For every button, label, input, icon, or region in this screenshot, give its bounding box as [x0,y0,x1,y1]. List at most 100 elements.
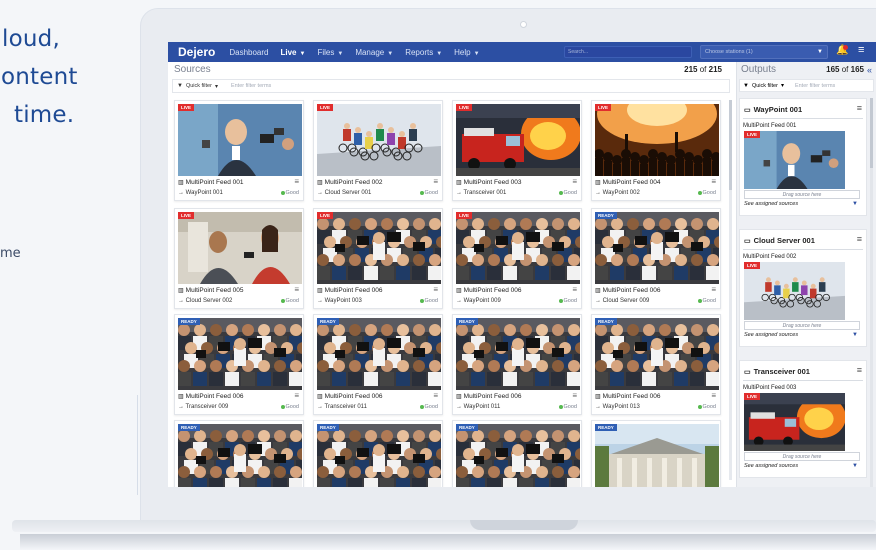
nav-item-help[interactable]: Help ▼ [448,48,485,57]
card-menu-icon[interactable]: ≡ [857,234,862,244]
output-card[interactable]: ▭ WayPoint 001 ≡ MultiPoint Feed 001 LIVE… [739,98,867,216]
source-thumbnail[interactable]: LIVE [317,104,441,176]
card-menu-icon[interactable]: ≡ [857,103,862,113]
status-badge: Good [419,404,438,410]
card-menu-icon[interactable]: ≡ [572,285,577,294]
output-thumbnail[interactable]: LIVE [744,393,845,451]
quick-filter-dropdown[interactable]: Quick filter [752,83,778,89]
hamburger-menu-icon[interactable]: ≡ [858,44,864,56]
card-menu-icon[interactable]: ≡ [433,177,438,186]
source-destination: → WayPoint 009 [456,298,501,304]
chevron-down-icon[interactable]: ▼ [852,332,858,338]
output-thumbnail[interactable]: LIVE [744,131,845,189]
assigned-feed: MultiPoint Feed 002 [743,254,797,260]
transceiver-icon: ▭ [744,369,751,376]
source-thumbnail[interactable]: READY [456,424,580,487]
source-card[interactable]: LIVE ▥ MultiPoint Feed 006 ≡ → WayPoint 00… [452,208,582,309]
sources-scrollbar[interactable] [729,100,732,480]
collapse-panel-icon[interactable]: « [867,65,872,75]
drag-source-dropzone[interactable]: Drag source here [744,321,860,330]
card-menu-icon[interactable]: ≡ [433,285,438,294]
multipoint-feed-icon: ▥ [317,394,323,400]
source-thumbnail[interactable]: READY [317,424,441,487]
live-badge: LIVE [744,393,761,400]
source-thumbnail[interactable]: LIVE [178,104,302,176]
drag-source-dropzone[interactable]: Drag source here [744,190,860,199]
source-card[interactable]: LIVE ▥ MultiPoint Feed 004 ≡ → WayPoint 00… [591,100,721,201]
see-assigned-sources-link[interactable]: See assigned sources [744,332,798,338]
source-card[interactable]: READY ▥ MultiPoint Feed 006 ≡ → Transceive… [174,314,304,415]
card-menu-icon[interactable]: ≡ [294,391,299,400]
source-card[interactable]: READY ▥ MultiPoint Feed 006 ≡ → WayPoint 0… [452,314,582,415]
source-card[interactable]: READY ▥ MultiPoint Feed 006 ≡ → Transceive… [313,314,443,415]
outputs-scrollbar[interactable] [870,98,873,487]
card-menu-icon[interactable]: ≡ [433,391,438,400]
source-thumbnail[interactable]: LIVE [178,212,302,284]
source-thumbnail[interactable]: READY [595,318,719,390]
multipoint-feed-icon: ▥ [595,288,601,294]
see-assigned-sources-link[interactable]: See assigned sources [744,463,798,469]
stations-select[interactable]: Choose stations (1) ▼ [700,45,828,59]
see-assigned-sources-link[interactable]: See assigned sources [744,201,798,207]
source-thumbnail[interactable]: READY [595,424,719,487]
source-card[interactable]: READY ▥ MultiPoint Feed 006 ≡ → WayPoint 0… [591,314,721,415]
ready-badge: READY [178,424,200,431]
nav-item-files[interactable]: Files ▼ [311,48,349,57]
source-card[interactable]: READY ▥ MultiPoint Feed 006 ≡ → Cloud Serv… [591,208,721,309]
card-menu-icon[interactable]: ≡ [711,391,716,400]
source-thumbnail[interactable]: LIVE [317,212,441,284]
card-menu-icon[interactable]: ≡ [572,177,577,186]
source-thumbnail[interactable]: READY [317,318,441,390]
nav-item-reports[interactable]: Reports ▼ [399,48,448,57]
source-card[interactable]: LIVE ▥ MultiPoint Feed 006 ≡ → WayPoint 00… [313,208,443,309]
drag-source-dropzone[interactable]: Drag source here [744,452,860,461]
nav-item-manage[interactable]: Manage ▼ [349,48,399,57]
source-card[interactable]: LIVE ▥ MultiPoint Feed 003 ≡ → Transceiver… [452,100,582,201]
nav-item-live[interactable]: Live ▼ [275,48,312,57]
source-card[interactable]: READY [452,420,582,487]
filter-input[interactable]: Enter filter terms [231,83,271,89]
live-badge: LIVE [744,262,761,269]
source-thumbnail[interactable]: READY [178,318,302,390]
filter-input[interactable]: Enter filter terms [795,83,835,89]
sources-filter-bar[interactable]: ▼ Quick filter ▾ Enter filter terms [172,79,730,93]
scrollbar-thumb[interactable] [870,98,873,168]
brand-logo[interactable]: Dejero [168,45,223,59]
card-menu-icon[interactable]: ≡ [294,177,299,186]
source-card[interactable]: LIVE ▥ MultiPoint Feed 001 ≡ → WayPoint 00… [174,100,304,201]
source-thumbnail[interactable]: READY [595,212,719,284]
scrollbar-thumb[interactable] [729,100,732,190]
source-thumbnail[interactable]: READY [178,424,302,487]
card-menu-icon[interactable]: ≡ [294,285,299,294]
status-dot-icon [280,190,285,195]
live-badge: LIVE [317,212,334,219]
laptop-base-shadow [20,534,876,550]
source-thumbnail[interactable]: LIVE [456,212,580,284]
output-card[interactable]: ▭ Cloud Server 001 ≡ MultiPoint Feed 002 … [739,229,867,347]
source-thumbnail[interactable]: LIVE [595,104,719,176]
status-dot-icon [558,404,563,409]
source-card[interactable]: READY [591,420,721,487]
caret-down-icon: ▼ [436,50,443,57]
source-thumbnail[interactable]: READY [456,318,580,390]
notification-dot [843,45,848,50]
source-card[interactable]: READY [313,420,443,487]
output-card[interactable]: ▭ Transceiver 001 ≡ MultiPoint Feed 003 L… [739,360,867,478]
search-input[interactable]: Search... [564,46,692,58]
card-menu-icon[interactable]: ≡ [711,285,716,294]
source-card[interactable]: READY [174,420,304,487]
outputs-filter-bar[interactable]: ▼ Quick filter ▾ Enter filter terms [739,79,874,92]
card-menu-icon[interactable]: ≡ [711,177,716,186]
nav-item-dashboard[interactable]: Dashboard [223,48,274,57]
chevron-down-icon[interactable]: ▼ [852,463,858,469]
source-card[interactable]: LIVE ▥ MultiPoint Feed 002 ≡ → Cloud Serve… [313,100,443,201]
quick-filter-dropdown[interactable]: Quick filter [186,83,212,89]
card-menu-icon[interactable]: ≡ [857,365,862,375]
card-menu-icon[interactable]: ≡ [572,391,577,400]
source-card[interactable]: LIVE ▥ MultiPoint Feed 005 ≡ → Cloud Serve… [174,208,304,309]
decorative-line [137,395,138,495]
output-thumbnail[interactable]: LIVE [744,262,845,320]
source-thumbnail[interactable]: LIVE [456,104,580,176]
chevron-down-icon[interactable]: ▼ [852,201,858,207]
caret-down-icon: ▼ [337,50,344,57]
